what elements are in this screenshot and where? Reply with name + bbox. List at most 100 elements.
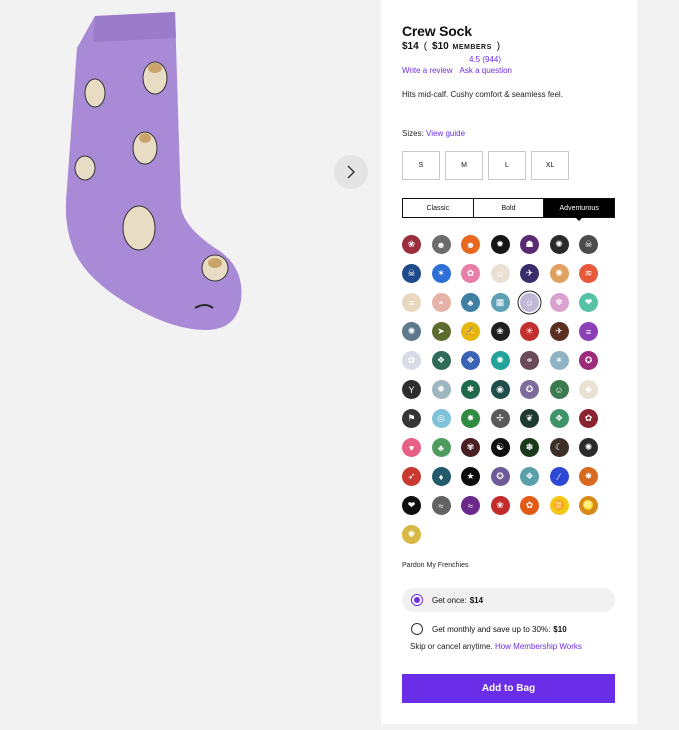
- swatch-57-button[interactable]: ➶: [402, 467, 421, 486]
- get-once-radio[interactable]: [411, 594, 423, 606]
- swatch-65-button[interactable]: ≈: [431, 496, 451, 515]
- swatch-35-button[interactable]: ✪: [579, 351, 598, 370]
- swatch-46-button[interactable]: ✢: [490, 409, 510, 428]
- swatch-39-button[interactable]: ◉: [490, 380, 510, 399]
- swatch-2-button[interactable]: ☻: [431, 235, 451, 254]
- swatch-58-button[interactable]: ♦: [431, 467, 451, 486]
- swatch-61-button[interactable]: ❖: [520, 467, 539, 486]
- swatch-44-button[interactable]: ◎: [431, 409, 451, 428]
- swatch-23-button[interactable]: ➤: [431, 322, 451, 341]
- swatch-38-button[interactable]: ✱: [461, 380, 480, 399]
- swatch-62-button[interactable]: ⁄: [549, 467, 569, 486]
- swatch-16-button[interactable]: ◓: [431, 293, 451, 312]
- swatch-3-button[interactable]: ☻: [461, 235, 480, 254]
- swatch-13-button[interactable]: ✺: [549, 264, 569, 283]
- swatch-36-button[interactable]: Y: [402, 380, 421, 399]
- swatch-68-button[interactable]: ✿: [520, 496, 539, 515]
- review-links: Write a review Ask a question: [402, 66, 519, 75]
- swatch-52-button[interactable]: ✾: [461, 438, 480, 457]
- paren-open: (: [423, 41, 428, 52]
- size-options: S M L XL: [402, 151, 569, 180]
- selected-design-name: Pardon My Frenchies: [402, 562, 469, 569]
- size-xl-button[interactable]: XL: [531, 151, 569, 180]
- ask-question-link[interactable]: Ask a question: [460, 66, 512, 75]
- membership-link[interactable]: How Membership Works: [495, 642, 582, 651]
- size-m-button[interactable]: M: [445, 151, 483, 180]
- size-l-button[interactable]: L: [488, 151, 526, 180]
- get-once-price: $14: [469, 595, 484, 605]
- tab-bold[interactable]: Bold: [473, 199, 545, 217]
- swatch-7-button[interactable]: ☠: [579, 235, 598, 254]
- tab-adventurous[interactable]: Adventurous: [544, 199, 615, 221]
- get-monthly-price: $10: [553, 624, 567, 634]
- swatch-67-button[interactable]: ❀: [490, 496, 510, 515]
- swatch-41-button[interactable]: ☺: [549, 380, 569, 399]
- swatch-27-button[interactable]: ✈: [549, 322, 569, 341]
- swatch-60-button[interactable]: ✪: [490, 467, 510, 486]
- get-monthly-option[interactable]: Get monthly and save up to 30%: $10: [402, 617, 615, 641]
- swatch-26-button[interactable]: ✳: [520, 322, 539, 341]
- get-monthly-radio[interactable]: [411, 623, 423, 635]
- swatch-9-button[interactable]: ✶: [431, 264, 451, 283]
- product-image: [65, 12, 242, 330]
- swatch-42-button[interactable]: ◆: [579, 380, 598, 399]
- swatch-66-button[interactable]: ≈: [461, 496, 480, 515]
- swatch-69-button[interactable]: ♊: [549, 496, 569, 515]
- members-label: MEMBERS: [452, 44, 492, 51]
- swatch-1-button[interactable]: ❀: [402, 235, 421, 254]
- swatch-53-button[interactable]: ☯: [490, 438, 510, 457]
- swatch-25-button[interactable]: ❀: [490, 322, 510, 341]
- style-tabs: Classic Bold Adventurous: [402, 198, 615, 221]
- swatch-5-button[interactable]: ☗: [520, 235, 539, 254]
- swatch-32-button[interactable]: ✺: [490, 351, 510, 370]
- swatch-22-button[interactable]: ✺: [402, 322, 421, 341]
- swatch-40-button[interactable]: ✪: [520, 380, 539, 399]
- swatch-70-button[interactable]: ♌: [579, 496, 598, 515]
- swatch-17-button[interactable]: ♣: [461, 293, 480, 312]
- swatch-8-button[interactable]: ☠: [402, 264, 421, 283]
- swatch-20-button[interactable]: ✾: [549, 293, 569, 312]
- swatch-59-button[interactable]: ★: [461, 467, 480, 486]
- swatch-31-button[interactable]: ❖: [461, 351, 480, 370]
- swatch-19-button[interactable]: ☺: [520, 293, 539, 312]
- swatch-56-button[interactable]: ✺: [579, 438, 598, 457]
- swatch-55-button[interactable]: ☾: [549, 438, 569, 457]
- swatch-49-button[interactable]: ✿: [579, 409, 598, 428]
- swatch-43-button[interactable]: ⚑: [402, 409, 421, 428]
- size-s-button[interactable]: S: [402, 151, 440, 180]
- write-review-link[interactable]: Write a review: [402, 66, 453, 75]
- swatch-21-button[interactable]: ❤: [579, 293, 598, 312]
- view-guide-link[interactable]: View guide: [426, 129, 465, 138]
- swatch-54-button[interactable]: ✽: [520, 438, 539, 457]
- swatch-11-button[interactable]: ☺: [490, 264, 510, 283]
- swatch-63-button[interactable]: ✸: [579, 467, 598, 486]
- swatch-4-button[interactable]: ✹: [490, 235, 510, 254]
- rating[interactable]: 4.5 (944): [469, 55, 501, 64]
- next-image-button[interactable]: [334, 155, 368, 189]
- swatch-29-button[interactable]: ✿: [402, 351, 421, 370]
- swatch-47-button[interactable]: ❦: [520, 409, 539, 428]
- get-once-option[interactable]: Get once: $14: [402, 588, 615, 612]
- swatch-30-button[interactable]: ❖: [431, 351, 451, 370]
- swatch-24-button[interactable]: ✍: [461, 322, 480, 341]
- product-panel: Crew Sock $14 ($10 MEMBERS) 4.5 (944) Wri…: [381, 0, 637, 724]
- swatch-28-button[interactable]: ≡: [579, 322, 598, 341]
- swatch-10-button[interactable]: ✿: [461, 264, 480, 283]
- swatch-34-button[interactable]: ✶: [549, 351, 569, 370]
- add-to-bag-button[interactable]: Add to Bag: [402, 674, 615, 703]
- swatch-6-button[interactable]: ✺: [549, 235, 569, 254]
- swatch-71-button[interactable]: ✺: [402, 525, 421, 544]
- design-swatches: ❀ ☻ ☻ ✹ ☗ ✺ ☠ ☠ ✶ ✿ ☺ ✈ ✺ ≋ ≡ ◓ ♣ ▦ ☺ ✾ ❤ ✺ ➤ ✍ ❀ ✳ ✈ ≡ ✿ ❖ ❖ ✺ ⚭ ✶ ✪ Y ✺ ✱ ◉ ✪…: [402, 235, 618, 544]
- swatch-33-button[interactable]: ⚭: [520, 351, 539, 370]
- swatch-12-button[interactable]: ✈: [520, 264, 539, 283]
- swatch-48-button[interactable]: ❖: [549, 409, 569, 428]
- swatch-45-button[interactable]: ✸: [461, 409, 480, 428]
- swatch-14-button[interactable]: ≋: [579, 264, 598, 283]
- tab-classic[interactable]: Classic: [403, 199, 474, 217]
- swatch-37-button[interactable]: ✺: [431, 380, 451, 399]
- swatch-18-button[interactable]: ▦: [490, 293, 510, 312]
- swatch-64-button[interactable]: ❤: [402, 496, 421, 515]
- swatch-15-button[interactable]: ≡: [402, 293, 421, 312]
- swatch-50-button[interactable]: ♥: [402, 438, 421, 457]
- swatch-51-button[interactable]: ♣: [431, 438, 451, 457]
